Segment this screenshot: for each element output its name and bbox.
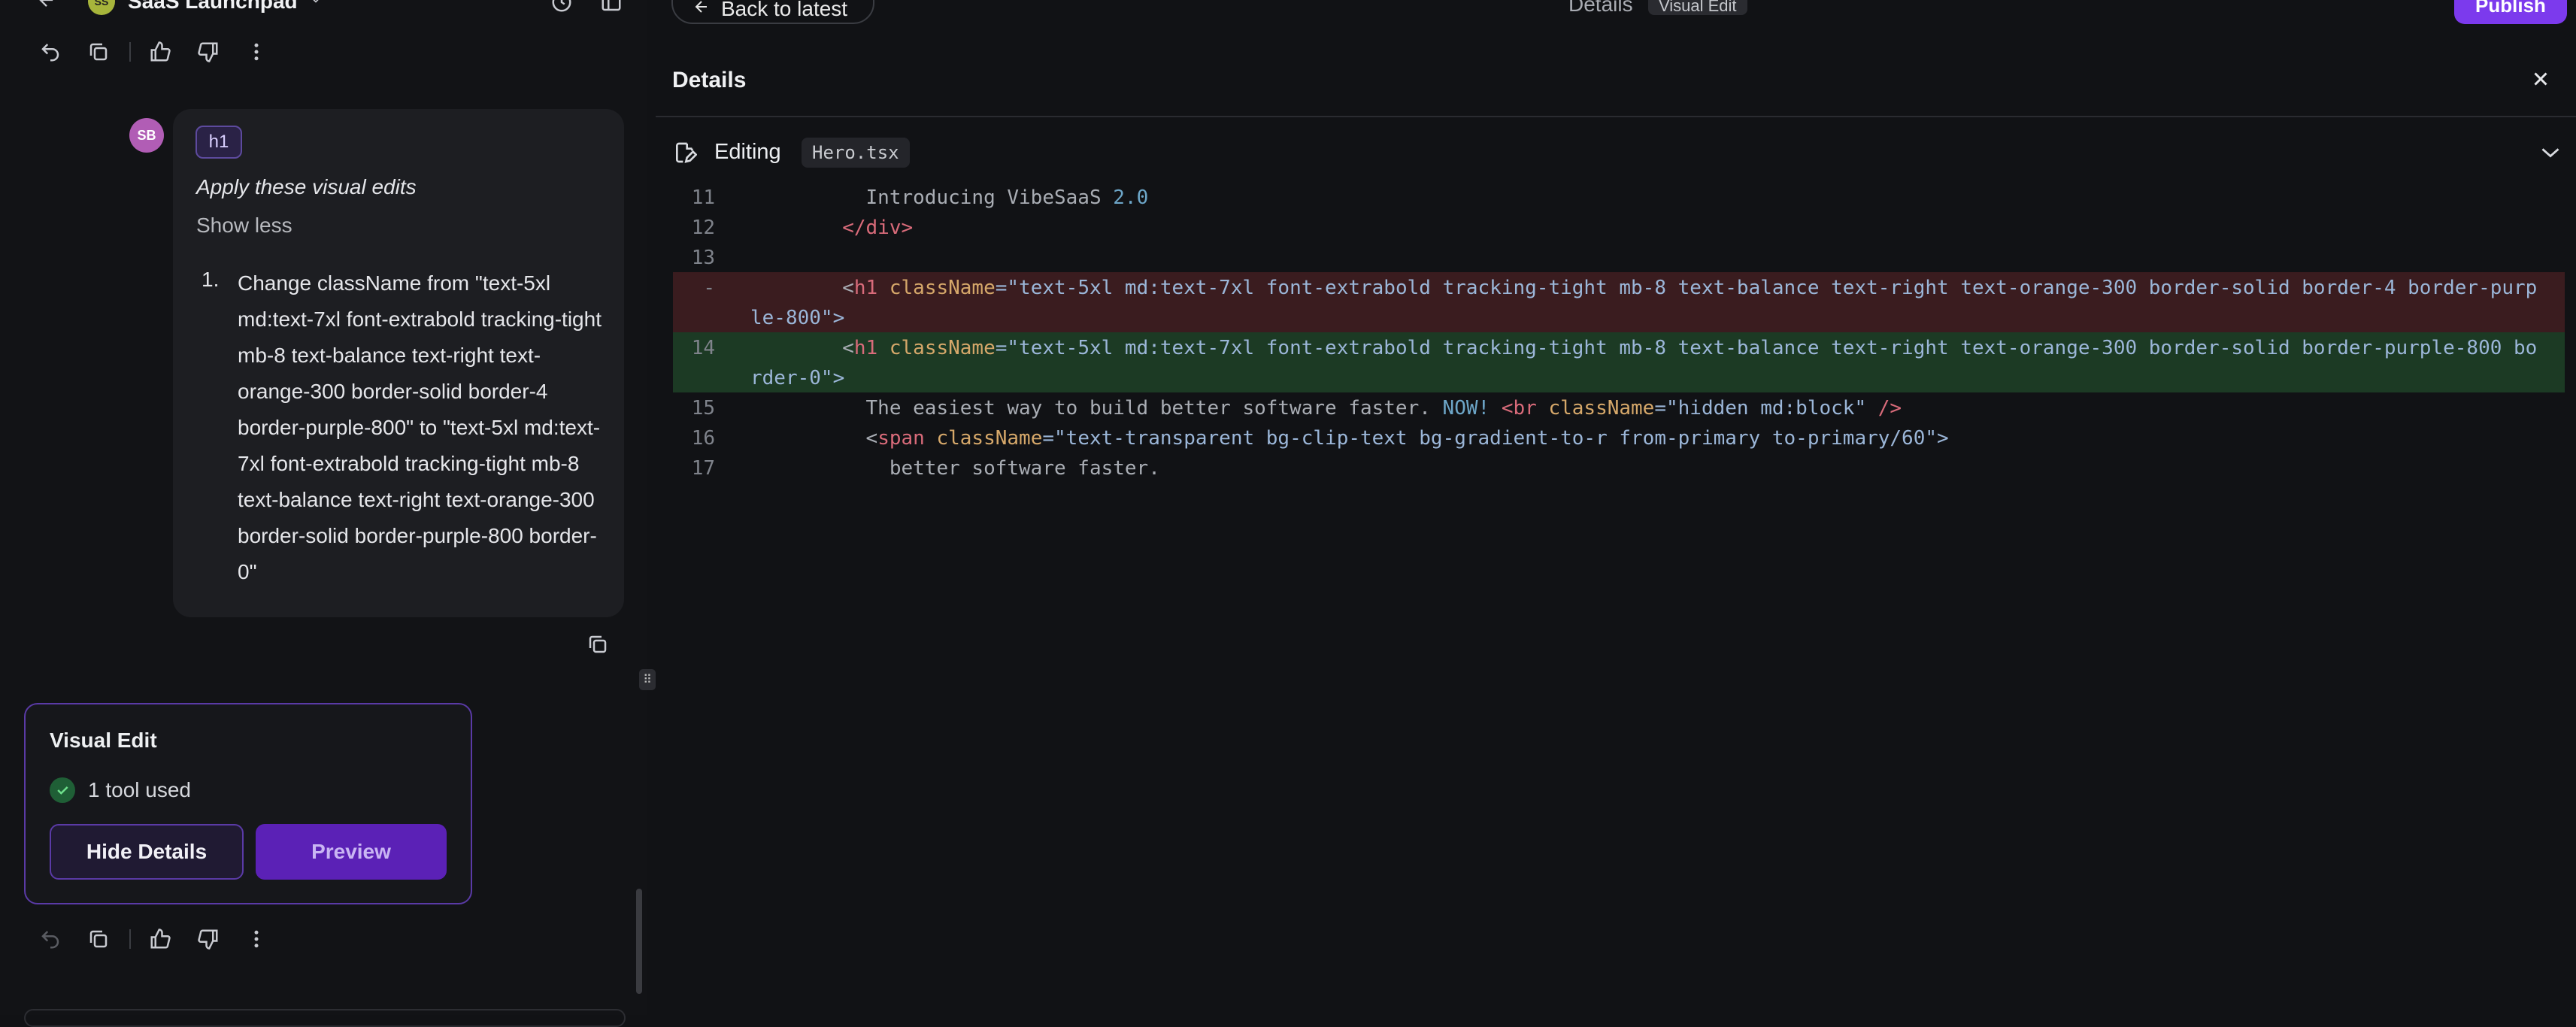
publish-button[interactable]: Publish <box>2454 0 2567 24</box>
line-number: 17 <box>691 457 715 480</box>
user-avatar: SB <box>129 118 164 153</box>
divider <box>656 116 2576 117</box>
thumbs-up-icon[interactable] <box>149 41 171 63</box>
check-icon <box>50 777 75 803</box>
line-wrap: le-800"> <box>750 307 845 329</box>
thumbs-down-icon[interactable] <box>197 928 220 950</box>
scrollbar[interactable] <box>636 889 642 994</box>
tools-used: 1 tool used <box>88 778 191 801</box>
line-number: 16 <box>691 427 715 450</box>
preview-button[interactable]: Preview <box>256 824 447 880</box>
code-line-removed: - <h1 className="text-5xl md:text-7xl fo… <box>673 272 2565 332</box>
back-arrow-icon <box>692 0 711 16</box>
line-number: 11 <box>691 186 715 209</box>
file-name-tag: Hero.tsx <box>802 138 910 168</box>
line-content: <h1 className="text-5xl md:text-7xl font… <box>748 277 2538 299</box>
code-line-context: 11 Introducing VibeSaaS 2.0 <box>673 182 2565 212</box>
code-line-context: 16 <span className="text-transparent bg-… <box>673 423 2565 453</box>
visual-edit-title: Visual Edit <box>50 729 157 752</box>
code-line-context: 15 The easiest way to build better softw… <box>673 392 2565 423</box>
line-content: The easiest way to build better software… <box>748 397 1902 420</box>
close-icon[interactable] <box>2529 68 2552 90</box>
chevron-down-icon[interactable] <box>2540 146 2561 159</box>
visual-edit-badge: Visual Edit <box>1648 0 1747 15</box>
line-number: 14 <box>691 337 715 359</box>
message-title: Apply these visual edits <box>196 175 417 198</box>
thumbs-up-icon[interactable] <box>149 928 171 950</box>
line-content: <h1 className="text-5xl md:text-7xl font… <box>748 337 2538 359</box>
undo-icon[interactable] <box>39 928 62 950</box>
line-content: Introducing VibeSaaS 2.0 <box>748 186 1149 209</box>
editing-label: Editing <box>714 140 781 164</box>
line-content: </div> <box>748 217 914 239</box>
element-tag: h1 <box>195 126 242 159</box>
project-name[interactable]: SaaS Launchpad <box>128 0 298 14</box>
more-icon[interactable] <box>245 928 268 950</box>
more-icon[interactable] <box>245 41 268 63</box>
hide-details-button[interactable]: Hide Details <box>50 824 244 880</box>
copy-icon[interactable] <box>87 928 110 950</box>
line-content: <span className="text-transparent bg-cli… <box>748 427 1949 450</box>
back-to-latest-button[interactable]: Back to latest <box>671 0 874 24</box>
input-edge <box>24 1009 626 1027</box>
line-number: 12 <box>691 217 715 239</box>
file-edit-icon <box>673 140 697 165</box>
history-icon[interactable] <box>550 0 573 14</box>
copy-message-icon[interactable] <box>586 633 609 656</box>
line-wrap: rder-0"> <box>750 367 845 389</box>
copy-icon[interactable] <box>87 41 110 63</box>
code-line-context: 12 </div> <box>673 212 2565 242</box>
list-number: 1. <box>202 268 220 291</box>
line-content: better software faster. <box>748 457 1160 480</box>
divider <box>129 929 131 949</box>
edit-description: Change className from "text-5xl md:text-… <box>238 271 602 583</box>
show-less-toggle[interactable]: Show less <box>196 214 292 238</box>
grip-icon[interactable]: ⠿ <box>639 669 656 690</box>
undo-icon[interactable] <box>39 41 62 63</box>
center-title: Details <box>1568 0 1633 16</box>
thumbs-down-icon[interactable] <box>197 41 220 63</box>
line-number: 13 <box>691 247 715 269</box>
back-label: Back to latest <box>721 0 848 20</box>
code-line-context: 13 <box>673 242 2565 272</box>
sidebar-icon[interactable] <box>600 0 623 14</box>
back-arrow-icon[interactable] <box>36 0 57 11</box>
line-number: 15 <box>691 397 715 420</box>
code-line-added: 14 <h1 className="text-5xl md:text-7xl f… <box>673 332 2565 392</box>
line-number: - <box>703 277 715 299</box>
divider <box>129 42 131 62</box>
code-diff: 11 Introducing VibeSaaS 2.0 12 </div> 13- … <box>673 182 2565 483</box>
details-title: Details <box>672 68 747 92</box>
code-line-context: 17 better software faster. <box>673 453 2565 483</box>
chevron-down-icon[interactable] <box>308 0 323 8</box>
